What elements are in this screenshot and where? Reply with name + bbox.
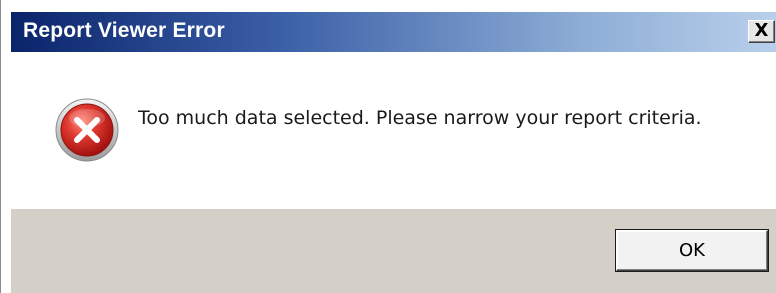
error-dialog: Report Viewer Error X Too much data sele… (0, 0, 776, 293)
ok-button[interactable]: OK (615, 229, 769, 272)
error-message: Too much data selected. Please narrow yo… (138, 107, 702, 129)
error-icon (55, 98, 119, 162)
button-bar: OK (11, 209, 776, 293)
close-icon: X (754, 20, 769, 41)
dialog-title: Report Viewer Error (23, 19, 225, 42)
close-button[interactable]: X (748, 20, 775, 43)
dialog-content: Too much data selected. Please narrow yo… (11, 52, 776, 209)
title-bar[interactable]: Report Viewer Error X (11, 12, 776, 52)
